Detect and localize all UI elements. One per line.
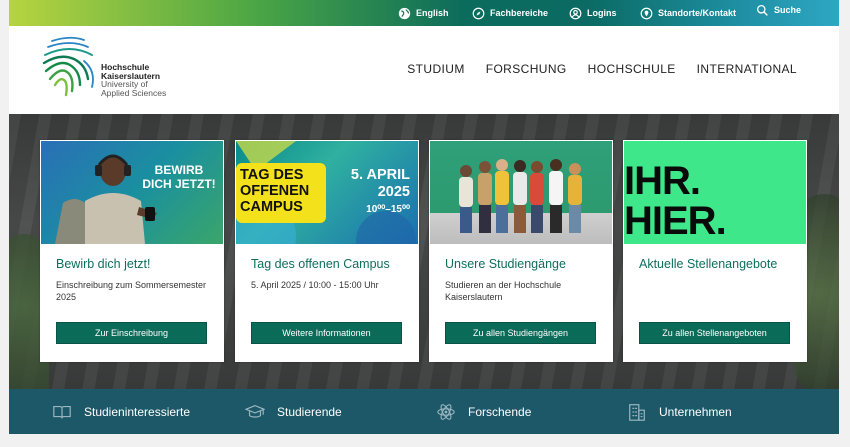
graduation-cap-icon [245, 404, 265, 418]
utility-bar: English Fachbereiche Logins Standorte/Ko… [9, 0, 839, 26]
studieninteressierte-label: Studieninteressierte [84, 404, 191, 419]
user-icon [569, 7, 582, 19]
logo-line-4: Applied Sciences [101, 87, 167, 98]
student-illustration [55, 154, 157, 244]
search-link[interactable]: Suche [756, 0, 801, 23]
card-campus-image-date: 5. APRIL 2025 10⁰⁰–15⁰⁰ [351, 167, 410, 218]
logo-text: Hochschule Kaiserslautern University of … [101, 63, 166, 97]
band-unternehmen[interactable]: Unternehmen [627, 389, 732, 434]
card-bewirb-image-line-1: BEWIRB [154, 163, 204, 177]
main-navigation: STUDIUM FORSCHUNG HOCHSCHULE INTERNATION… [407, 62, 797, 76]
campus-image-line-2: OFFENEN [240, 183, 310, 199]
card-stellenangebote[interactable]: IHR. HIER. Aktuelle Stellenangebote Zu a… [623, 140, 807, 362]
logins-label: Logins [587, 8, 617, 18]
card-campus-image: TAG DES OFFENEN CAMPUS 5. APRIL 2025 10⁰… [236, 141, 418, 244]
hero-section: BEWIRB DICH JETZT! Bewirb dich jetzt! Ei… [9, 114, 839, 389]
card-bewirb-text: Einschreibung zum Sommersemester 2025 [56, 280, 207, 302]
students-group-photo [459, 159, 582, 233]
book-icon [53, 405, 71, 418]
atom-icon [437, 403, 455, 420]
card-studiengaenge-image [430, 141, 612, 244]
nav-hochschule[interactable]: HOCHSCHULE [588, 62, 676, 76]
nav-studium[interactable]: STUDIUM [407, 62, 464, 76]
globe-icon [398, 7, 411, 19]
einschreibung-button[interactable]: Zur Einschreibung [56, 322, 207, 344]
card-stellen-image: IHR. HIER. [624, 141, 806, 244]
compass-icon [472, 7, 485, 19]
card-studiengaenge-text: Studieren an der Hochschule Kaiserslaute… [445, 280, 562, 302]
stellen-image-line-2: HIER. [624, 199, 727, 243]
english-label: English [416, 8, 449, 18]
english-link[interactable]: English [398, 0, 449, 26]
standorte-label: Standorte/Kontakt [658, 8, 737, 18]
band-studierende[interactable]: Studierende [245, 389, 342, 434]
campus-image-date-line: 5. APRIL [350, 167, 410, 183]
campus-image-year-line: 2025 [377, 184, 410, 200]
card-bewirb-title[interactable]: Bewirb dich jetzt! [56, 257, 150, 271]
campus-image-line-3: CAMPUS [240, 199, 303, 215]
building-icon [629, 403, 645, 421]
forschende-label: Forschende [468, 404, 532, 419]
card-tag-offener-campus[interactable]: TAG DES OFFENEN CAMPUS 5. APRIL 2025 10⁰… [235, 140, 419, 362]
card-bewirb-image-line-2: DICH JETZT! [142, 177, 216, 191]
band-forschende[interactable]: Forschende [436, 389, 531, 434]
location-pin-icon [640, 7, 653, 19]
nav-international[interactable]: INTERNATIONAL [697, 62, 797, 76]
card-studiengaenge-title[interactable]: Unsere Studiengänge [445, 257, 566, 271]
weitere-informationen-button[interactable]: Weitere Informationen [251, 322, 402, 344]
nav-forschung[interactable]: FORSCHUNG [486, 62, 567, 76]
card-campus-text: 5. April 2025 / 10:00 - 15:00 Uhr [251, 280, 379, 290]
standorte-link[interactable]: Standorte/Kontakt [640, 0, 736, 26]
search-icon [756, 4, 768, 16]
card-stellen-image-text: IHR. HIER. [624, 159, 727, 243]
card-studiengaenge[interactable]: Unsere Studiengänge Studieren an der Hoc… [429, 140, 613, 362]
page: English Fachbereiche Logins Standorte/Ko… [9, 0, 839, 447]
card-campus-title[interactable]: Tag des offenen Campus [251, 257, 390, 271]
card-bewirb[interactable]: BEWIRB DICH JETZT! Bewirb dich jetzt! Ei… [40, 140, 224, 362]
campus-image-time-line: 10⁰⁰–15⁰⁰ [366, 204, 410, 215]
fachbereiche-link[interactable]: Fachbereiche [472, 0, 548, 26]
footer-strip [9, 434, 839, 447]
stellen-image-line-1: IHR. [624, 159, 701, 203]
studierende-label: Studierende [277, 404, 342, 419]
fachbereiche-label: Fachbereiche [490, 8, 549, 18]
card-campus-image-title: TAG DES OFFENEN CAMPUS [240, 167, 309, 215]
search-label: Suche [774, 5, 802, 15]
card-stellen-title[interactable]: Aktuelle Stellenangebote [639, 257, 777, 271]
band-studieninteressierte[interactable]: Studieninteressierte [52, 389, 190, 434]
audience-band: Studieninteressierte Studierende Forsche… [9, 389, 839, 434]
stellenangebote-button[interactable]: Zu allen Stellenangeboten [639, 322, 790, 344]
card-bewirb-image: BEWIRB DICH JETZT! [41, 141, 223, 244]
unternehmen-label: Unternehmen [659, 404, 732, 419]
header: Hochschule Kaiserslautern University of … [9, 26, 839, 114]
studiengaenge-button[interactable]: Zu allen Studiengängen [445, 322, 596, 344]
campus-image-line-1: TAG DES [240, 167, 304, 183]
logo[interactable] [40, 35, 100, 99]
logins-link[interactable]: Logins [569, 0, 617, 26]
hs-logo-icon [42, 36, 94, 97]
card-bewirb-image-text: BEWIRB DICH JETZT! [139, 163, 219, 191]
